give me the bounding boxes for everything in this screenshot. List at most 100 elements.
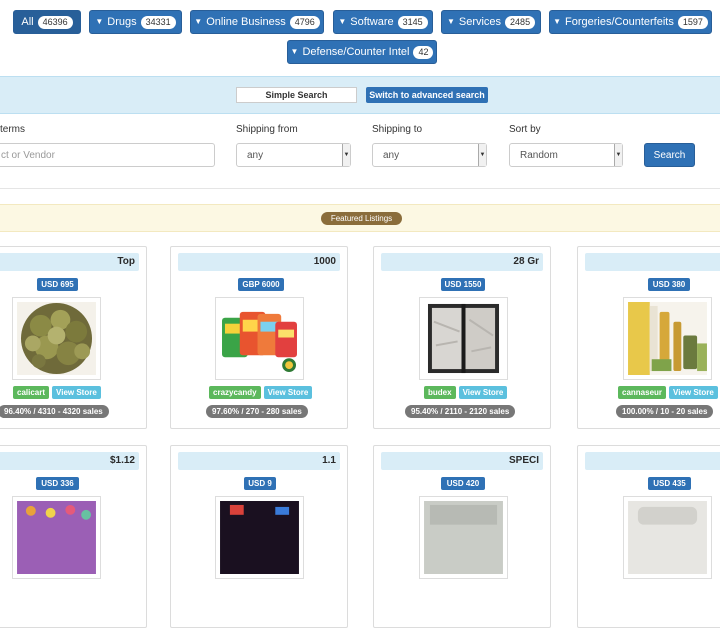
category-label: Defense/Counter Intel bbox=[302, 46, 410, 58]
listing-title[interactable]: 28 Gr bbox=[381, 253, 543, 271]
shipping-from-select[interactable]: any ▼ bbox=[236, 143, 351, 167]
listing-card[interactable]: USD 380 cannaseur View Store 100.00% / 1… bbox=[577, 246, 720, 429]
vendor-stats-badge: 100.00% / 10 - 20 sales bbox=[616, 405, 714, 418]
listing-card[interactable]: USD 435 bbox=[577, 445, 720, 628]
powder-bag-image bbox=[424, 302, 503, 375]
vendor-name[interactable]: crazycandy bbox=[209, 386, 261, 399]
category-forgeries-button[interactable]: ▼ Forgeries/Counterfeits 1597 bbox=[549, 10, 712, 34]
caret-down-icon: ▼ bbox=[553, 16, 562, 26]
select-arrow-icon: ▼ bbox=[614, 144, 622, 166]
caret-down-icon: ▼ bbox=[95, 16, 104, 26]
shipping-to-select[interactable]: any ▼ bbox=[372, 143, 487, 167]
listing-image[interactable] bbox=[12, 496, 101, 579]
listing-title[interactable] bbox=[585, 452, 720, 470]
product-image bbox=[220, 501, 299, 574]
price-badge: GBP 6000 bbox=[238, 278, 284, 291]
cannabis-buds-image bbox=[17, 302, 96, 375]
select-arrow-icon: ▼ bbox=[478, 144, 486, 166]
category-count-badge: 2485 bbox=[505, 15, 536, 29]
category-label: Drugs bbox=[107, 16, 137, 28]
sort-by-value: Random bbox=[520, 149, 558, 161]
category-label: All bbox=[21, 16, 34, 28]
divider bbox=[0, 188, 720, 189]
vendor-name[interactable]: cannaseur bbox=[618, 386, 667, 399]
caret-down-icon: ▼ bbox=[290, 46, 299, 56]
shipping-to-label: Shipping to bbox=[372, 124, 423, 135]
view-store-button[interactable]: View Store bbox=[458, 386, 508, 399]
caret-down-icon: ▼ bbox=[194, 16, 203, 26]
listing-image[interactable] bbox=[419, 297, 508, 380]
category-services-button[interactable]: ▼ Services 2485 bbox=[441, 10, 541, 34]
simple-search-tab[interactable]: Simple Search bbox=[236, 87, 357, 103]
vendor-name[interactable]: calicart bbox=[13, 386, 50, 399]
listing-image[interactable] bbox=[215, 496, 304, 579]
vendor-stats-badge: 95.40% / 2110 - 2120 sales bbox=[405, 405, 516, 418]
shipping-from-value: any bbox=[247, 149, 264, 161]
vendor-row: budex View Store bbox=[424, 386, 508, 400]
search-mode-strip: Simple Search Switch to advanced search bbox=[0, 76, 720, 114]
listing-title[interactable]: 1000 bbox=[178, 253, 340, 271]
price-badge: USD 1550 bbox=[441, 278, 485, 291]
category-label: Software bbox=[350, 16, 394, 28]
category-label: Online Business bbox=[206, 16, 286, 28]
category-count-badge: 1597 bbox=[677, 15, 708, 29]
view-store-button[interactable]: View Store bbox=[263, 386, 313, 399]
listing-title[interactable]: 1.1 bbox=[178, 452, 340, 470]
vape-cartridges-image bbox=[628, 302, 707, 375]
listing-title[interactable]: Top bbox=[0, 253, 139, 271]
listing-card[interactable]: Top USD 695 calicart View Store 96.40% /… bbox=[0, 246, 147, 429]
vendor-row: cannaseur View Store bbox=[618, 386, 718, 400]
category-online-business-button[interactable]: ▼ Online Business 4796 bbox=[190, 10, 324, 34]
price-badge: USD 336 bbox=[36, 477, 79, 490]
view-store-button[interactable]: View Store bbox=[669, 386, 718, 399]
vendor-stats-badge: 96.40% / 4310 - 4320 sales bbox=[0, 405, 109, 418]
search-terms-input[interactable]: ct or Vendor bbox=[0, 143, 215, 167]
category-count-badge: 34331 bbox=[140, 15, 176, 29]
select-arrow-icon: ▼ bbox=[342, 144, 350, 166]
view-store-button[interactable]: View Store bbox=[52, 386, 101, 399]
vendor-row: calicart View Store bbox=[13, 386, 101, 400]
category-count-badge: 4796 bbox=[289, 15, 320, 29]
price-badge: USD 435 bbox=[648, 477, 691, 490]
price-badge: USD 420 bbox=[441, 477, 485, 490]
listing-card[interactable]: 1.1 USD 9 bbox=[170, 445, 348, 628]
category-defense-button[interactable]: ▼ Defense/Counter Intel 42 bbox=[287, 40, 437, 64]
listing-title[interactable]: SPECI bbox=[381, 452, 543, 470]
product-image bbox=[424, 501, 503, 574]
category-all-button[interactable]: All 46396 bbox=[13, 10, 81, 34]
vendor-name[interactable]: budex bbox=[424, 386, 456, 399]
category-drugs-button[interactable]: ▼ Drugs 34331 bbox=[89, 10, 182, 34]
listing-card[interactable]: 28 Gr USD 1550 budex View Store 95.40% /… bbox=[373, 246, 551, 429]
vendor-row: crazycandy View Store bbox=[209, 386, 313, 400]
shipping-to-value: any bbox=[383, 149, 400, 161]
featured-listings-badge: Featured Listings bbox=[321, 212, 402, 225]
advanced-search-button[interactable]: Switch to advanced search bbox=[366, 87, 488, 103]
listing-image[interactable] bbox=[419, 496, 508, 579]
price-badge: USD 9 bbox=[244, 477, 276, 490]
category-label: Services bbox=[458, 16, 502, 28]
sort-by-select[interactable]: Random ▼ bbox=[509, 143, 623, 167]
search-button[interactable]: Search bbox=[644, 143, 695, 167]
listing-card[interactable]: SPECI USD 420 bbox=[373, 445, 551, 628]
listing-image[interactable] bbox=[623, 496, 712, 579]
product-image bbox=[17, 501, 96, 574]
listing-image[interactable] bbox=[623, 297, 712, 380]
terms-label: terms bbox=[0, 124, 25, 135]
sort-by-label: Sort by bbox=[509, 124, 541, 135]
vendor-stats-badge: 97.60% / 270 - 280 sales bbox=[206, 405, 308, 418]
listing-image[interactable] bbox=[12, 297, 101, 380]
category-label: Forgeries/Counterfeits bbox=[565, 16, 674, 28]
price-badge: USD 380 bbox=[648, 278, 690, 291]
caret-down-icon: ▼ bbox=[446, 16, 455, 26]
listing-image[interactable] bbox=[215, 297, 304, 380]
listing-title[interactable]: $1.12 bbox=[0, 452, 139, 470]
listing-title[interactable] bbox=[585, 253, 720, 271]
candy-packs-image bbox=[220, 302, 299, 375]
price-badge: USD 695 bbox=[37, 278, 78, 291]
listing-card[interactable]: $1.12 USD 336 bbox=[0, 445, 147, 628]
featured-listings-strip: Featured Listings bbox=[0, 204, 720, 232]
category-software-button[interactable]: ▼ Software 3145 bbox=[333, 10, 433, 34]
caret-down-icon: ▼ bbox=[338, 16, 347, 26]
listing-card[interactable]: 1000 GBP 6000 crazycandy View Store 97.6… bbox=[170, 246, 348, 429]
shipping-from-label: Shipping from bbox=[236, 124, 298, 135]
